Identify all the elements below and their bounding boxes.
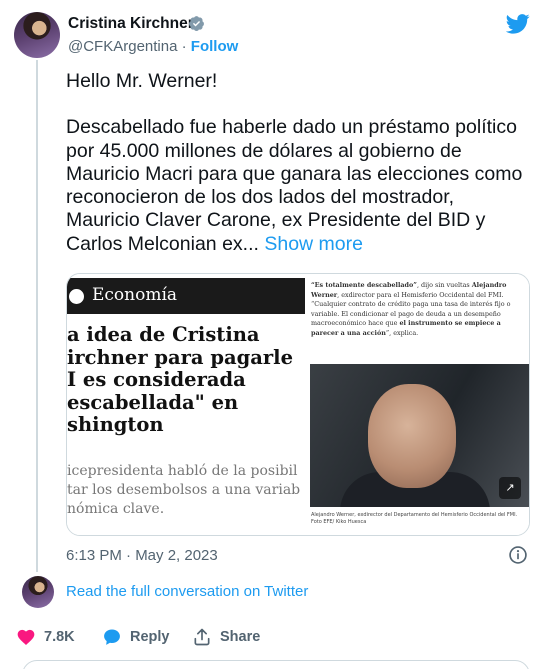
article-subheadline: icepresidenta habló de la posibil tar lo… (67, 462, 305, 519)
info-icon[interactable] (508, 545, 528, 565)
headline-line: shington (67, 414, 164, 436)
heart-icon (17, 629, 35, 645)
tweet-greeting: Hello Mr. Werner! (66, 70, 218, 92)
like-button[interactable]: 7.8K (16, 626, 75, 648)
article-clip: Economía a idea de Cristina irchner para… (67, 274, 305, 535)
article-quote-panel: “Es totalmente descabellado”, dijo sin v… (307, 274, 529, 535)
sub-line: icepresidenta habló de la posibil (67, 463, 298, 479)
read-replies-button[interactable] (22, 660, 530, 669)
article-quote: “Es totalmente descabellado”, dijo sin v… (311, 281, 526, 338)
show-more-link[interactable]: Show more (264, 233, 363, 255)
werner-photo[interactable]: ↗ (310, 364, 529, 507)
quote-part: “Es totalmente descabellado” (311, 281, 417, 289)
headline-line: I es considerada (67, 369, 246, 391)
expand-icon[interactable]: ↗ (499, 477, 521, 499)
author-handle-row: @CFKArgentina · Follow (68, 38, 238, 55)
section-logo-icon (69, 289, 84, 304)
thread-line (36, 60, 38, 572)
tweet-timestamp[interactable]: 6:13 PM · May 2, 2023 (66, 547, 218, 564)
section-title: Economía (92, 285, 178, 305)
share-label: Share (220, 629, 261, 645)
tweet-body-paragraph: Descabellado fue haberle dado un préstam… (66, 116, 526, 256)
photo-caption: Alejandro Werner, exdirector del Departa… (311, 512, 518, 525)
quote-part: , dijo sin vueltas (416, 281, 472, 289)
tweet-actions: 7.8K Reply Share (16, 626, 536, 648)
section-banner: Economía (67, 278, 305, 314)
reply-label: Reply (130, 629, 170, 645)
tweet-text: Hello Mr. Werner! Descabellado fue haber… (66, 70, 526, 256)
twitter-bird-icon[interactable] (506, 14, 530, 34)
photo-head (368, 384, 456, 488)
follow-button[interactable]: Follow (191, 38, 239, 55)
sub-line: nómica clave. (67, 501, 165, 517)
author-name[interactable]: Cristina Kirchner (68, 15, 194, 33)
headline-line: a idea de Cristina (67, 324, 260, 346)
quote-part: ”, explica. (385, 328, 419, 337)
headline-line: irchner para pagarle (67, 346, 293, 369)
verified-badge-icon (189, 16, 204, 32)
handle-separator: · (181, 38, 187, 55)
headline-line: escabellada" en (67, 391, 239, 414)
share-icon (194, 628, 210, 646)
media-card[interactable]: Economía a idea de Cristina irchner para… (66, 273, 530, 536)
read-conversation-link[interactable]: Read the full conversation on Twitter (66, 583, 308, 600)
share-button[interactable]: Share (192, 626, 260, 648)
reply-bubble-icon (104, 629, 120, 645)
author-avatar[interactable] (14, 12, 60, 58)
reply-button[interactable]: Reply (102, 626, 170, 648)
article-headline: a idea de Cristina irchner para pagarle … (67, 324, 305, 437)
like-count: 7.8K (44, 629, 75, 645)
sub-line: tar los desembolsos a una variab (67, 482, 301, 498)
author-avatar-small[interactable] (22, 576, 54, 608)
author-handle[interactable]: @CFKArgentina (68, 38, 177, 55)
